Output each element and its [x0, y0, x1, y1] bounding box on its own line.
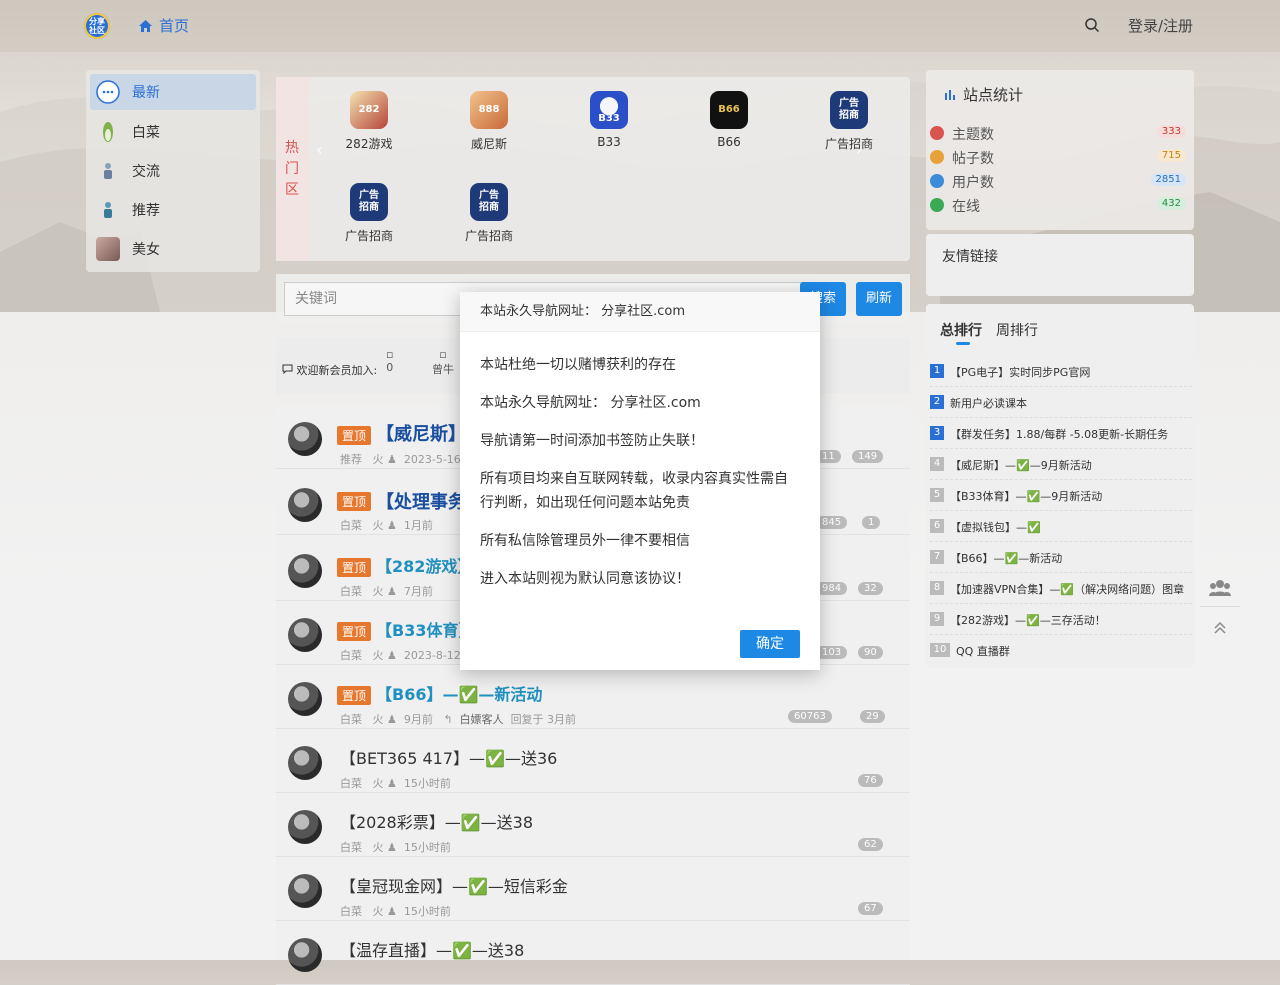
modal-text: 进入本站则视为默认同意该协议！	[480, 571, 690, 587]
confirm-button[interactable]: 确定	[740, 630, 800, 658]
modal-text: 所有项目均来自互联网转载，收录内容真实性需自行判断，如出现任何问题本站免责	[480, 471, 788, 511]
modal-title: 本站永久导航网址： 分享社区.com	[460, 292, 820, 332]
modal-text: 本站永久导航网址： 分享社区.com	[480, 395, 701, 411]
modal-text: 导航请第一时间添加书签防止失联！	[480, 433, 704, 449]
modal-text: 所有私信除管理员外一律不要相信	[480, 533, 690, 549]
modal-text: 本站杜绝一切以赌博获利的存在	[480, 357, 676, 373]
notice-modal: 本站永久导航网址： 分享社区.com 本站杜绝一切以赌博获利的存在 本站永久导航…	[460, 292, 820, 670]
